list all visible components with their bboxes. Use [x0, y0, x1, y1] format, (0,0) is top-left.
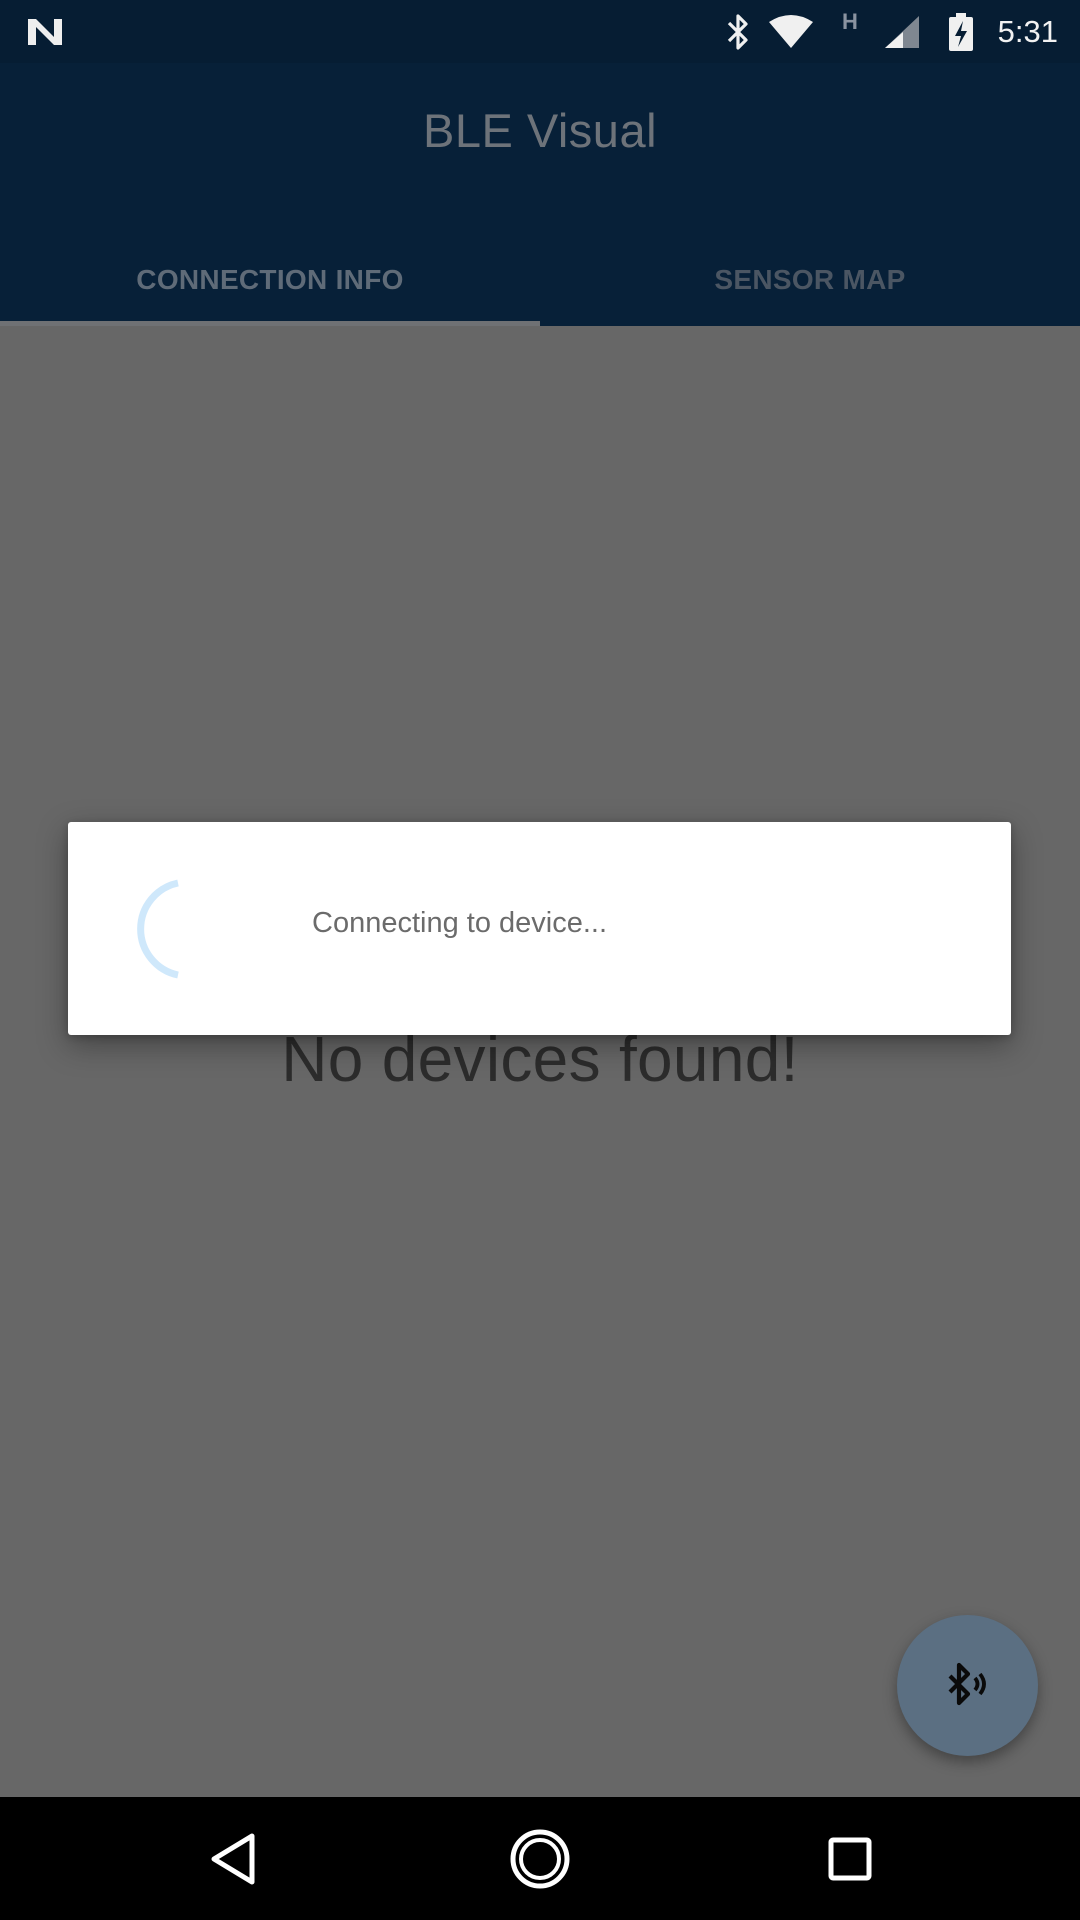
status-time: 5:31 — [997, 13, 1058, 49]
tab-bar: CONNECTION INFO SENSOR MAP — [0, 234, 1080, 326]
home-button[interactable] — [506, 1797, 574, 1920]
back-icon — [211, 1833, 255, 1884]
home-icon — [510, 1829, 570, 1888]
loading-spinner-icon — [136, 877, 240, 981]
progress-dialog: Connecting to device... — [68, 822, 1011, 1035]
tab-sensor-map[interactable]: SENSOR MAP — [540, 234, 1080, 326]
recents-icon — [828, 1837, 872, 1880]
navigation-bar — [0, 1797, 1080, 1920]
app-bar: BLE Visual CONNECTION INFO SENSOR MAP — [0, 63, 1080, 326]
app-title: BLE Visual — [422, 104, 658, 157]
bluetooth-scan-button[interactable] — [897, 1615, 1038, 1756]
cell-signal-icon — [882, 0, 922, 63]
dialog-message: Connecting to device... — [312, 907, 608, 939]
notification-n-icon — [24, 0, 66, 63]
tab-connection-info[interactable]: CONNECTION INFO — [0, 234, 540, 326]
bluetooth-icon — [722, 0, 754, 63]
status-bar: H 5:31 — [0, 0, 1080, 63]
network-type-label: H — [842, 8, 858, 34]
wifi-icon — [766, 0, 816, 63]
battery-charging-icon — [946, 0, 976, 63]
recents-button[interactable] — [826, 1797, 874, 1920]
bluetooth-searching-icon — [948, 1662, 986, 1705]
back-button[interactable] — [200, 1797, 266, 1920]
